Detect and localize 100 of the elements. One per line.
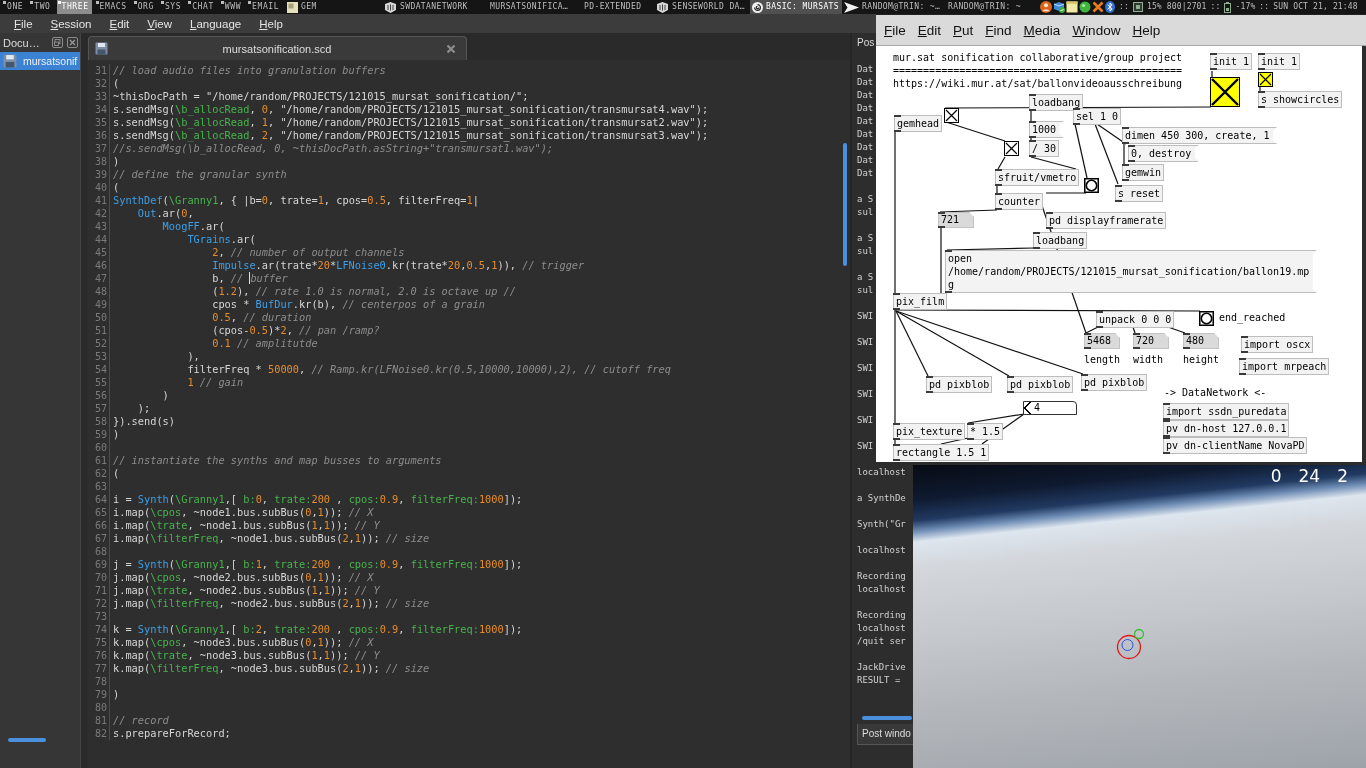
comment-text: height: [1183, 353, 1221, 366]
line-number: 47: [88, 272, 110, 285]
toggle[interactable]: [1004, 141, 1019, 156]
menu-item[interactable]: View: [138, 17, 182, 30]
post-line: Dat: [857, 102, 874, 115]
object-box: loadbang: [1029, 94, 1084, 111]
box-icon[interactable]: [1053, 1, 1065, 13]
scrollbar-thumb[interactable]: [862, 716, 912, 720]
code-line: k = Synth(\Granny1,[ b:2, trate:200 , cpos:0.9, filterFreq:1000]);: [113, 623, 523, 636]
line-number: 43: [88, 220, 110, 233]
message-box[interactable]: open /home/random/PROJECTS/121015_mursat_sonification/ballon19.mpg: [945, 250, 1317, 293]
object-box: init 1: [1210, 53, 1253, 70]
post-line: RESULT =: [857, 674, 901, 687]
code-line: // load audio files into granulation buffers: [113, 64, 386, 77]
post-line: Dat: [857, 167, 874, 180]
number-box[interactable]: 5468: [1084, 333, 1121, 349]
menu-item[interactable]: File: [5, 17, 42, 30]
workspace-tag[interactable]: SYS: [159, 0, 185, 14]
close-icon[interactable]: [446, 43, 456, 54]
overlay-number: 0: [1270, 466, 1282, 486]
editor-tab[interactable]: mursatsonification.scd: [88, 36, 467, 60]
menu-item[interactable]: Help: [250, 17, 292, 30]
document-item[interactable]: mursatsonif: [0, 52, 80, 70]
cross-icon[interactable]: [1092, 1, 1104, 13]
number-box[interactable]: 4: [1023, 401, 1077, 415]
line-number: 52: [88, 337, 110, 350]
line-number: 31: [88, 64, 110, 77]
post-line: /quit ser: [857, 635, 906, 648]
scrollbar-thumb[interactable]: [843, 143, 847, 266]
status-separator: ::: [1119, 1, 1129, 13]
bang-button[interactable]: [1084, 178, 1099, 193]
code-line: b, // buffer: [212, 272, 288, 285]
menu-item[interactable]: Edit: [100, 17, 139, 30]
object-box: pd pixblob: [1081, 374, 1148, 391]
number-box[interactable]: 721: [938, 212, 975, 228]
post-line: Dat: [857, 76, 874, 89]
note-icon[interactable]: [1066, 1, 1078, 13]
workspace-tag[interactable]: EMACS: [94, 0, 130, 14]
taskbar-item[interactable]: BASIC: MURSATS: [750, 0, 842, 14]
menu-item[interactable]: File: [878, 22, 912, 38]
menu-item[interactable]: Put: [947, 22, 980, 38]
menu-item[interactable]: Language: [181, 17, 251, 30]
status-separator: ::: [1259, 1, 1270, 13]
taskbar-item[interactable]: MURSATSONIFICA…: [482, 0, 582, 14]
code-line: k.map(\trate, ~node3.bus.subBus(1,1)); // Y: [113, 649, 380, 662]
menu-item[interactable]: Help: [1126, 22, 1167, 38]
code-line: // record: [113, 714, 169, 727]
toggle[interactable]: [1258, 72, 1273, 87]
workspace-tag[interactable]: ONE: [2, 0, 27, 14]
workspace-tag[interactable]: CHAT: [187, 0, 217, 14]
line-number: 37: [88, 142, 110, 155]
post-window-tab[interactable]: Post windo: [857, 724, 916, 745]
line-number: 73: [88, 610, 110, 623]
line-number: 61: [88, 454, 110, 467]
line-number: 59: [88, 428, 110, 441]
toggle[interactable]: [1210, 77, 1240, 107]
post-line: sul: [857, 245, 874, 258]
menu-item[interactable]: Media: [1017, 22, 1067, 38]
taskbar-item[interactable]: PD-EXTENDED: [582, 0, 654, 14]
object-box: pd pixblob: [1007, 376, 1074, 393]
message-box[interactable]: dimen 450 300, create, 1: [1122, 127, 1277, 144]
bang-button[interactable]: [1199, 311, 1214, 326]
circle-icon[interactable]: [1079, 1, 1091, 13]
number-box[interactable]: 720: [1133, 333, 1170, 349]
taskbar-item[interactable]: RANDOM@TRIN: ~…: [842, 0, 944, 14]
taskbar-item[interactable]: GEM: [285, 0, 382, 14]
workspace-tag[interactable]: WWW: [219, 0, 245, 14]
line-number: 77: [88, 662, 110, 675]
bluetooth-icon[interactable]: [1105, 1, 1115, 13]
message-box[interactable]: 0, destroy: [1128, 145, 1199, 162]
menu-item[interactable]: Find: [979, 22, 1018, 38]
line-number: 76: [88, 649, 110, 662]
cpu-reading: 15% 800|2701: [1146, 1, 1207, 13]
workspace-tag[interactable]: EMAIL: [247, 0, 283, 14]
taskbar-item[interactable]: RANDOM@TRIN: ~: [944, 0, 1036, 14]
workspace-tag[interactable]: TWO: [29, 0, 54, 14]
line-number: 82: [88, 727, 110, 740]
taskbar-item[interactable]: SENSEWORLD DA…: [654, 0, 750, 14]
toggle[interactable]: [944, 108, 959, 123]
person-icon[interactable]: [1040, 1, 1052, 13]
clock-text: SUN OCT 21, 21:48: [1273, 1, 1358, 13]
float-icon[interactable]: [52, 37, 63, 48]
menu-item[interactable]: Session: [41, 17, 101, 30]
comment-text: -> DataNetwork <-: [1164, 386, 1268, 399]
code-line: // instantiate the synths and map busses to arguments: [113, 454, 442, 467]
post-line: sul: [857, 284, 874, 297]
line-number: 81: [88, 714, 110, 727]
number-box[interactable]: 480: [1183, 333, 1220, 349]
line-number: 54: [88, 363, 110, 376]
post-line: JackDrive: [857, 661, 906, 674]
object-box: import ssdn_puredata: [1163, 403, 1290, 420]
taskbar-item[interactable]: SWDATANETWORK: [382, 0, 482, 14]
message-box[interactable]: 1000: [1029, 121, 1064, 138]
scrollbar-thumb[interactable]: [8, 738, 46, 742]
line-number: 38: [88, 155, 110, 168]
menu-item[interactable]: Window: [1066, 22, 1127, 38]
line-number: 70: [88, 571, 110, 584]
menu-item[interactable]: Edit: [911, 22, 948, 38]
workspace-tag[interactable]: ORG: [132, 0, 157, 14]
close-icon[interactable]: [67, 37, 78, 48]
